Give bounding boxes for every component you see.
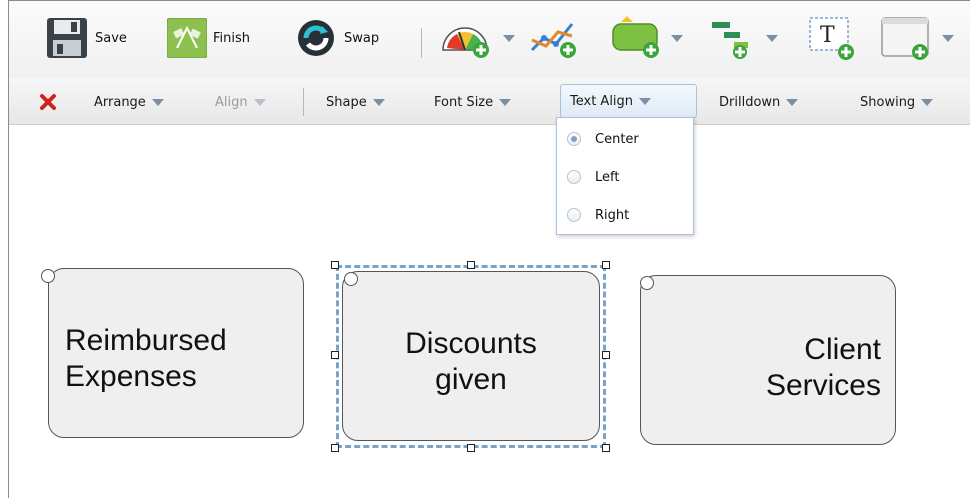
- resize-handle[interactable]: [602, 261, 610, 269]
- chevron-down-icon: [503, 34, 515, 42]
- gauge-add-icon: [442, 27, 489, 58]
- finish-button[interactable]: Finish: [167, 13, 250, 63]
- radio-checked-icon[interactable]: [567, 132, 581, 146]
- resize-handle[interactable]: [602, 351, 610, 359]
- radio-unchecked-icon[interactable]: [567, 170, 581, 184]
- chevron-down-icon: [372, 98, 385, 106]
- chevron-down-icon: [921, 98, 934, 106]
- chevron-down-icon: [942, 34, 954, 42]
- tree-connector-add-icon: [712, 22, 748, 59]
- canvas-shape-client-services[interactable]: Client Services: [640, 275, 896, 445]
- resize-handle[interactable]: [331, 351, 339, 359]
- font-size-label: Font Size: [434, 94, 494, 110]
- svg-text:T: T: [820, 23, 835, 48]
- add-shape-button[interactable]: [607, 13, 683, 63]
- arrange-dropdown[interactable]: Arrange: [94, 86, 164, 118]
- add-gauge-button[interactable]: [437, 13, 515, 63]
- chevron-down-icon: [253, 98, 266, 106]
- showing-dropdown[interactable]: Showing: [860, 86, 934, 118]
- finish-label: Finish: [213, 30, 251, 46]
- chevron-down-icon: [786, 98, 799, 106]
- line-chart-add-icon: [530, 23, 576, 58]
- checkered-flags-icon: [167, 18, 207, 58]
- text-align-menu: Center Left Right: [556, 117, 694, 235]
- font-size-dropdown[interactable]: Font Size: [434, 86, 512, 118]
- menu-item-center[interactable]: Center: [567, 127, 639, 151]
- connector-port[interactable]: [344, 272, 358, 286]
- add-chart-button[interactable]: [528, 13, 580, 63]
- swap-button[interactable]: Swap: [294, 13, 379, 63]
- toolbar-separator: [421, 28, 422, 58]
- menu-item-label: Center: [595, 131, 639, 147]
- resize-handle[interactable]: [467, 444, 475, 452]
- align-dropdown[interactable]: Align: [215, 86, 266, 118]
- save-button[interactable]: Save: [45, 13, 127, 63]
- chevron-down-icon: [639, 97, 652, 105]
- arrange-label: Arrange: [94, 94, 146, 110]
- chevron-down-icon: [671, 34, 683, 42]
- connector-port[interactable]: [41, 269, 55, 283]
- menu-item-label: Left: [595, 169, 620, 185]
- menu-item-left[interactable]: Left: [567, 165, 619, 189]
- shape-text: Reimbursed Expenses: [65, 324, 227, 393]
- add-panel-button[interactable]: [880, 13, 954, 63]
- menu-item-label: Right: [595, 207, 630, 223]
- resize-handle[interactable]: [602, 444, 610, 452]
- shape-label: Shape: [326, 94, 367, 110]
- chevron-down-icon: [151, 98, 164, 106]
- canvas-shape-discounts-given[interactable]: Discounts given: [342, 271, 600, 441]
- add-text-button[interactable]: T: [806, 13, 858, 63]
- radio-unchecked-icon[interactable]: [567, 208, 581, 222]
- delete-button[interactable]: [39, 86, 57, 118]
- red-x-delete-icon: [40, 94, 56, 110]
- shape-text: Discounts given: [405, 327, 537, 396]
- shape-dropdown[interactable]: Shape: [326, 86, 385, 118]
- resize-handle[interactable]: [331, 261, 339, 269]
- green-shape-add-icon: [612, 16, 659, 58]
- canvas-shape-reimbursed-expenses[interactable]: Reimbursed Expenses: [48, 268, 304, 438]
- resize-handle[interactable]: [331, 444, 339, 452]
- resize-handle[interactable]: [467, 261, 475, 269]
- align-label: Align: [215, 94, 248, 110]
- connector-port[interactable]: [640, 276, 654, 290]
- showing-label: Showing: [860, 94, 916, 110]
- add-connector-button[interactable]: [710, 13, 778, 63]
- floppy-disk-icon: [47, 18, 87, 58]
- text-align-label: Text Align: [570, 93, 634, 109]
- chevron-down-icon: [499, 98, 512, 106]
- menu-item-right[interactable]: Right: [567, 203, 629, 227]
- swap-arrows-icon: [298, 20, 334, 56]
- text-box-add-icon: T: [809, 17, 854, 60]
- swap-label: Swap: [344, 30, 380, 46]
- save-label: Save: [95, 30, 127, 46]
- text-align-dropdown[interactable]: Text Align: [560, 84, 697, 118]
- chevron-down-icon: [766, 34, 778, 42]
- shape-text: Client Services: [765, 333, 881, 402]
- drilldown-dropdown[interactable]: Drilldown: [719, 86, 799, 118]
- toolbar-separator: [303, 88, 304, 116]
- panel-add-icon: [881, 17, 929, 60]
- drilldown-label: Drilldown: [719, 94, 781, 110]
